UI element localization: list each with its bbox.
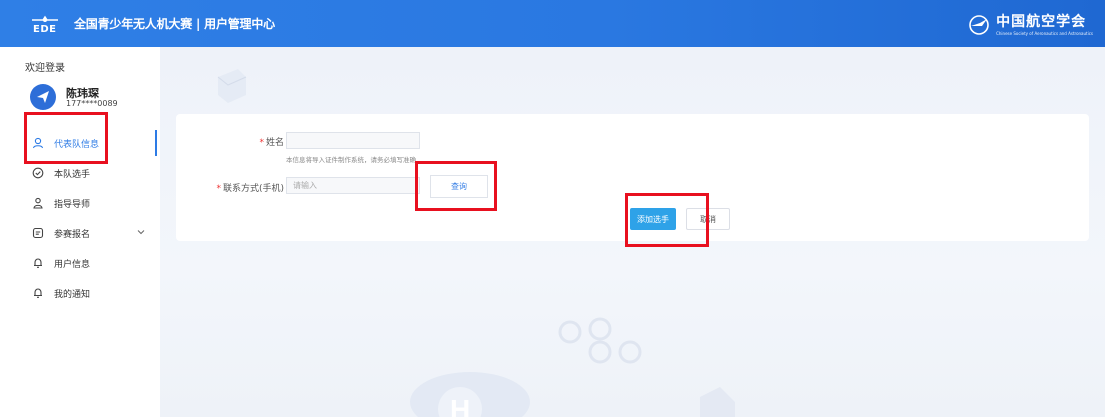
- svg-text:H: H: [450, 394, 470, 417]
- phone-input[interactable]: [286, 177, 420, 194]
- sidebar-item-label: 指导导师: [54, 199, 91, 210]
- chevron-down-icon[interactable]: [137, 228, 145, 236]
- sidebar-item-label: 参赛报名: [54, 229, 91, 240]
- sidebar-item-label: 我的通知: [54, 289, 91, 300]
- highlight-box-team-info: [24, 112, 108, 164]
- name-label: * 姓名: [259, 138, 284, 148]
- sidebar: 欢迎登录 陈玮琛 177****0089 代表队信息 本队选手 指导导师 参赛报…: [0, 47, 160, 417]
- sidebar-item-notifications[interactable]: 我的通知: [0, 278, 160, 308]
- welcome-text: 欢迎登录: [25, 63, 65, 74]
- name-hint: 本信息将导入证件制作系统，请务必填写准确: [286, 156, 416, 164]
- highlight-box-add-player: [625, 193, 709, 247]
- paper-plane-icon: [37, 91, 49, 103]
- sidebar-item-label: 用户信息: [54, 259, 91, 270]
- brand-logo: 中国航空学会 Chinese Society of Aeronautics an…: [968, 13, 1093, 37]
- name-input[interactable]: [286, 132, 420, 149]
- sidebar-item-label: 本队选手: [54, 169, 91, 180]
- user-phone: 177****0089: [66, 99, 118, 108]
- highlight-box-query: [415, 161, 497, 211]
- form-icon: [32, 227, 44, 239]
- brand-subtitle: Chinese Society of Aeronautics and Astro…: [996, 30, 1093, 36]
- brand-name: 中国航空学会: [996, 13, 1087, 30]
- app-title: 全国青少年无人机大赛 | 用户管理中心: [74, 17, 275, 31]
- avatar[interactable]: [30, 84, 56, 110]
- sidebar-item-mentors[interactable]: 指导导师: [0, 188, 160, 218]
- brand-emblem-icon: [969, 15, 989, 35]
- bell-icon: [32, 287, 44, 299]
- phone-label: * 联系方式(手机): [216, 184, 284, 194]
- sidebar-item-registration[interactable]: 参赛报名: [0, 218, 160, 248]
- check-circle-icon: [32, 167, 44, 179]
- bell-icon: [32, 257, 44, 269]
- ede-logo[interactable]: EDE: [30, 13, 60, 37]
- sidebar-item-user-info[interactable]: 用户信息: [0, 248, 160, 278]
- top-header: EDE 全国青少年无人机大赛 | 用户管理中心 中国航空学会 Chinese S…: [0, 0, 1105, 47]
- logo-text: EDE: [33, 24, 57, 35]
- users-icon: [32, 197, 44, 209]
